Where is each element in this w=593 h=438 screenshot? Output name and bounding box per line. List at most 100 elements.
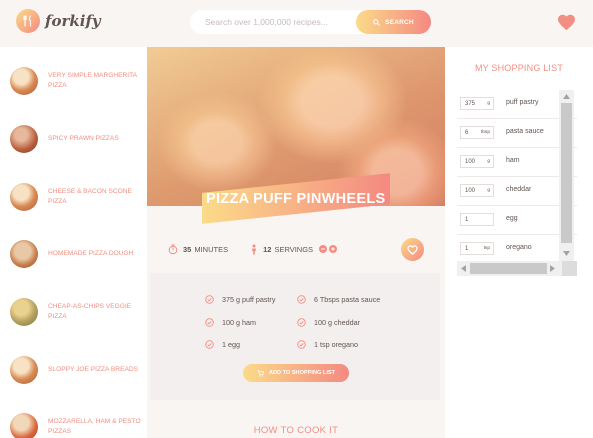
item-description: egg bbox=[506, 215, 518, 222]
vertical-scrollbar[interactable] bbox=[559, 90, 574, 261]
quantity-value: 1 bbox=[465, 245, 469, 252]
result-name: Mozzarella, Ham & Pesto Pizzas bbox=[48, 418, 141, 435]
shopping-list-title: My Shopping List bbox=[474, 63, 564, 73]
item-description: cheddar bbox=[506, 186, 532, 193]
ingredient-text: 100 g cheddar bbox=[314, 318, 360, 327]
recipe-ingredients: 375 g puff pastry 6 Tbsps pasta sauce 10… bbox=[150, 273, 440, 400]
header: forkify SEARCH bbox=[0, 0, 593, 47]
scrollbar-corner bbox=[562, 261, 577, 276]
result-item[interactable]: Very Simple Margherita Pizza bbox=[10, 67, 145, 95]
item-description: ham bbox=[506, 157, 520, 164]
quantity-input[interactable]: 1 bbox=[460, 213, 494, 226]
recipe-minutes-label: MINUTES bbox=[194, 244, 229, 254]
increase-servings-button[interactable] bbox=[329, 245, 338, 253]
result-image bbox=[10, 183, 38, 211]
recipe-details: 35 MINUTES 12 SERVINGS bbox=[147, 225, 445, 273]
unit-label: tsp bbox=[483, 246, 490, 251]
result-name: Cheap-As-Chips Veggie Pizza bbox=[48, 303, 132, 320]
recipe-servings: 12 SERVINGS bbox=[250, 244, 313, 255]
like-button[interactable] bbox=[401, 238, 424, 261]
scroll-right-arrow-icon[interactable] bbox=[550, 265, 555, 272]
minus-icon bbox=[321, 248, 325, 250]
recipe-duration: 35 MINUTES bbox=[168, 244, 228, 255]
ingredient-text: 375 g puff pastry bbox=[222, 295, 276, 304]
result-item[interactable]: Homemade Pizza Dough bbox=[10, 240, 145, 268]
add-to-shopping-list-button[interactable]: ADD TO SHOPPING LIST bbox=[243, 364, 349, 382]
ingredient-text: 1 egg bbox=[222, 340, 240, 349]
quantity-input[interactable]: 100 g bbox=[460, 184, 494, 197]
unit-label: g bbox=[487, 101, 490, 106]
item-description: oregano bbox=[506, 244, 532, 251]
quantity-value: 100 bbox=[465, 158, 476, 165]
result-item[interactable]: Sloppy Joe Pizza Breads bbox=[10, 356, 145, 384]
item-description: pasta sauce bbox=[506, 128, 544, 135]
quantity-value: 100 bbox=[465, 187, 476, 194]
search-button-label: SEARCH bbox=[385, 18, 414, 26]
recipe-servings-label: SERVINGS bbox=[274, 244, 314, 254]
quantity-value: 6 bbox=[465, 129, 469, 136]
ingredient-text: 6 Tbsps pasta sauce bbox=[314, 295, 381, 304]
add-button-label: ADD TO SHOPPING LIST bbox=[268, 370, 336, 376]
scroll-left-arrow-icon[interactable] bbox=[461, 265, 466, 272]
result-item[interactable]: Cheese & Bacon Scone Pizza bbox=[10, 183, 145, 211]
check-circle-icon bbox=[205, 318, 214, 327]
check-circle-icon bbox=[297, 295, 306, 304]
logo-text: forkify bbox=[45, 12, 101, 30]
result-item[interactable]: Spicy Prawn Pizzas bbox=[10, 125, 145, 153]
plus-icon bbox=[331, 247, 335, 251]
result-item[interactable]: Mozzarella, Ham & Pesto Pizzas bbox=[10, 413, 145, 438]
result-name: Sloppy Joe Pizza Breads bbox=[48, 366, 139, 373]
likes-heart-icon[interactable] bbox=[557, 14, 576, 36]
check-circle-icon bbox=[297, 340, 306, 349]
check-circle-icon bbox=[205, 295, 214, 304]
search-input[interactable] bbox=[190, 10, 350, 34]
ingredient-item: 100 g ham bbox=[205, 318, 256, 327]
scroll-up-arrow-icon[interactable] bbox=[563, 94, 570, 99]
search-icon bbox=[373, 18, 380, 26]
search-results: Very Simple Margherita Pizza Spicy Prawn… bbox=[0, 47, 147, 438]
quantity-input[interactable]: 6 tbsp bbox=[460, 126, 494, 139]
fork-knife-icon bbox=[16, 9, 40, 33]
result-image bbox=[10, 240, 38, 268]
ingredient-item: 375 g puff pastry bbox=[205, 295, 275, 304]
result-name: Very Simple Margherita Pizza bbox=[48, 72, 137, 89]
check-circle-icon bbox=[297, 318, 306, 327]
quantity-value: 375 bbox=[465, 100, 476, 107]
search-form: SEARCH bbox=[190, 10, 431, 34]
decrease-servings-button[interactable] bbox=[319, 245, 328, 253]
result-image bbox=[10, 413, 38, 438]
item-description: puff pastry bbox=[506, 99, 539, 106]
recipe-servings-count: 12 bbox=[263, 244, 272, 254]
logo[interactable]: forkify bbox=[16, 9, 101, 33]
quantity-input[interactable]: 1 tsp bbox=[460, 242, 494, 255]
result-image bbox=[10, 67, 38, 95]
recipe-panel: Pizza Puff Pinwheels 35 MINUTES 12 SERVI… bbox=[147, 47, 445, 438]
unit-label: tbsp bbox=[480, 130, 490, 135]
servings-buttons bbox=[319, 245, 339, 253]
recipe-minutes: 35 bbox=[183, 244, 192, 254]
result-name: Homemade Pizza Dough bbox=[48, 250, 134, 257]
horizontal-scroll-thumb[interactable] bbox=[470, 263, 547, 274]
vertical-scroll-thumb[interactable] bbox=[561, 103, 572, 243]
result-image bbox=[10, 298, 38, 326]
quantity-input[interactable]: 375 g bbox=[460, 97, 494, 110]
ingredient-text: 100 g ham bbox=[222, 318, 256, 327]
shopping-list-panel: My Shopping List 375 g puff pastry 6 tbsp … bbox=[445, 47, 593, 438]
heart-outline-icon bbox=[407, 244, 418, 255]
unit-label: g bbox=[487, 159, 490, 164]
stopwatch-icon bbox=[168, 244, 178, 254]
search-button[interactable]: SEARCH bbox=[356, 10, 431, 34]
result-item[interactable]: Cheap-As-Chips Veggie Pizza bbox=[10, 298, 145, 326]
quantity-input[interactable]: 100 g bbox=[460, 155, 494, 168]
scroll-down-arrow-icon[interactable] bbox=[563, 251, 570, 256]
unit-label: g bbox=[487, 188, 490, 193]
person-icon bbox=[252, 244, 257, 254]
ingredient-item: 100 g cheddar bbox=[297, 318, 360, 327]
check-circle-icon bbox=[205, 340, 214, 349]
result-name: Spicy Prawn Pizzas bbox=[48, 135, 119, 142]
recipe-title: Pizza Puff Pinwheels bbox=[206, 190, 386, 207]
how-to-cook-heading: How to cook it bbox=[253, 425, 339, 436]
horizontal-scrollbar[interactable] bbox=[457, 261, 574, 276]
ingredient-text: 1 tsp oregano bbox=[314, 340, 358, 349]
cart-icon bbox=[257, 369, 264, 377]
